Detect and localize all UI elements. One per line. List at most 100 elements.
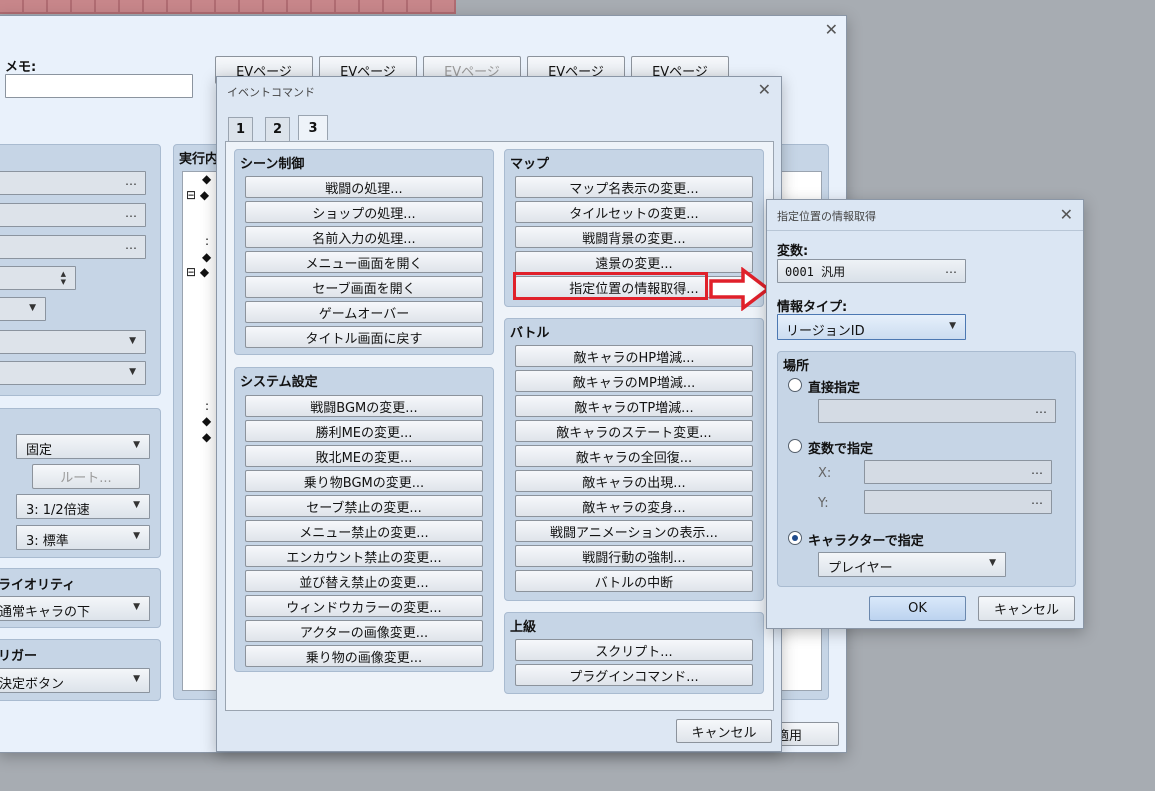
location-title: 場所 xyxy=(783,359,810,374)
dots-icon: … xyxy=(945,262,958,276)
x-variable-field: … xyxy=(864,460,1052,484)
tab-1[interactable]: 1 xyxy=(228,117,253,141)
battle-command-button[interactable]: バトルの中断 xyxy=(515,570,753,592)
trigger-label: リガー xyxy=(0,649,38,664)
system-command-button[interactable]: セーブ禁止の変更... xyxy=(245,495,483,517)
chevron-down-icon: ▼ xyxy=(129,336,136,346)
battle-command-button[interactable]: 敵キャラのステート変更... xyxy=(515,420,753,442)
condition-field-2[interactable]: … xyxy=(0,203,146,227)
close-icon[interactable]: ✕ xyxy=(1060,206,1073,224)
condition-select-1[interactable]: ▼ xyxy=(0,297,46,321)
condition-spinner[interactable]: ▲ ▼ xyxy=(0,266,76,290)
map-title: マップ xyxy=(510,157,550,172)
battle-command-button[interactable]: 敵キャラの変身... xyxy=(515,495,753,517)
by-variable-radio[interactable] xyxy=(788,439,802,453)
dots-icon: … xyxy=(1031,493,1044,507)
chevron-down-icon: ▼ xyxy=(949,321,956,331)
battle-command-button[interactable]: 敵キャラの全回復... xyxy=(515,445,753,467)
advanced-command-button[interactable]: プラグインコマンド... xyxy=(515,664,753,686)
highlight-box xyxy=(513,272,708,300)
battle-command-button[interactable]: 戦闘アニメーションの表示... xyxy=(515,520,753,542)
scene-command-button[interactable]: ゲームオーバー xyxy=(245,301,483,323)
system-command-button[interactable]: 乗り物BGMの変更... xyxy=(245,470,483,492)
system-command-button[interactable]: アクターの画像変更... xyxy=(245,620,483,642)
priority-value: 通常キャラの下 xyxy=(0,605,91,620)
variable-value: 0001 汎用 xyxy=(785,265,846,279)
battle-command-button[interactable]: 敵キャラの出現... xyxy=(515,470,753,492)
dots-icon: … xyxy=(125,174,138,188)
system-settings-title: システム設定 xyxy=(240,375,318,390)
system-command-button[interactable]: エンカウント禁止の変更... xyxy=(245,545,483,567)
chevron-down-icon: ▼ xyxy=(133,674,140,684)
scene-command-button[interactable]: セーブ画面を開く xyxy=(245,276,483,298)
movement-panel: 固定 ▼ ルート... 3: 1/2倍速 ▼ 3: 標準 ▼ xyxy=(0,408,161,558)
dialog-title: イベントコマンド xyxy=(227,86,315,99)
map-command-button[interactable]: 戦闘背景の変更... xyxy=(515,226,753,248)
variable-field[interactable]: 0001 汎用 … xyxy=(777,259,966,283)
memo-input[interactable] xyxy=(5,74,193,98)
cancel-button[interactable]: キャンセル xyxy=(676,719,772,743)
x-label: X: xyxy=(818,466,832,481)
advanced-command-button[interactable]: スクリプト... xyxy=(515,639,753,661)
by-character-radio[interactable] xyxy=(788,531,802,545)
character-value: プレイヤー xyxy=(828,561,893,576)
chevron-down-icon: ▼ xyxy=(129,367,136,377)
battle-command-button[interactable]: 敵キャラのTP増減... xyxy=(515,395,753,417)
battle-command-button[interactable]: 敵キャラのHP増減... xyxy=(515,345,753,367)
system-command-button[interactable]: メニュー禁止の変更... xyxy=(245,520,483,542)
direct-label: 直接指定 xyxy=(808,381,861,396)
battle-command-button[interactable]: 戦闘行動の強制... xyxy=(515,545,753,567)
tab-3[interactable]: 3 xyxy=(298,115,328,140)
chevron-down-icon: ▼ xyxy=(133,531,140,541)
condition-field-3[interactable]: … xyxy=(0,235,146,259)
system-command-button[interactable]: 並び替え禁止の変更... xyxy=(245,570,483,592)
y-label: Y: xyxy=(818,496,829,511)
movement-type-select[interactable]: 固定 ▼ xyxy=(16,434,150,459)
character-select[interactable]: プレイヤー ▼ xyxy=(818,552,1006,577)
scene-command-button[interactable]: 名前入力の処理... xyxy=(245,226,483,248)
priority-select[interactable]: 通常キャラの下 ▼ xyxy=(0,596,150,621)
tab-2[interactable]: 2 xyxy=(265,117,290,141)
route-button[interactable]: ルート... xyxy=(32,464,140,489)
trigger-panel: リガー 決定ボタン ▼ xyxy=(0,639,161,701)
system-command-button[interactable]: 敗北MEの変更... xyxy=(245,445,483,467)
close-icon[interactable]: ✕ xyxy=(825,21,838,39)
system-command-button[interactable]: 乗り物の画像変更... xyxy=(245,645,483,667)
scene-command-button[interactable]: タイトル画面に戻す xyxy=(245,326,483,348)
cancel-button[interactable]: キャンセル xyxy=(978,596,1075,621)
dots-icon: … xyxy=(125,238,138,252)
chevron-down-icon: ▼ xyxy=(133,440,140,450)
direct-field: … xyxy=(818,399,1056,423)
dots-icon: … xyxy=(1035,402,1048,416)
scene-command-button[interactable]: 戦闘の処理... xyxy=(245,176,483,198)
variable-label: 変数: xyxy=(777,244,809,259)
system-command-button[interactable]: ウィンドウカラーの変更... xyxy=(245,595,483,617)
system-command-button[interactable]: 勝利MEの変更... xyxy=(245,420,483,442)
spinner-icon: ▲ ▼ xyxy=(60,270,66,286)
direct-radio[interactable] xyxy=(788,378,802,392)
map-tile-strip xyxy=(0,0,458,14)
scene-command-button[interactable]: ショップの処理... xyxy=(245,201,483,223)
condition-select-3[interactable]: ▼ xyxy=(0,361,146,385)
info-type-value: リージョンID xyxy=(786,324,865,339)
system-command-button[interactable]: 戦闘BGMの変更... xyxy=(245,395,483,417)
ok-button[interactable]: OK xyxy=(869,596,966,621)
by-character-label: キャラクターで指定 xyxy=(808,534,924,549)
condition-select-2[interactable]: ▼ xyxy=(0,330,146,354)
execution-content-label: 実行内 xyxy=(179,152,219,167)
frequency-select[interactable]: 3: 標準 ▼ xyxy=(16,525,150,550)
info-type-select[interactable]: リージョンID ▼ xyxy=(777,314,966,340)
close-icon[interactable]: ✕ xyxy=(758,81,771,99)
priority-panel: ライオリティ 通常キャラの下 ▼ xyxy=(0,568,161,628)
map-command-button[interactable]: マップ名表示の変更... xyxy=(515,176,753,198)
battle-command-button[interactable]: 敵キャラのMP増減... xyxy=(515,370,753,392)
trigger-select[interactable]: 決定ボタン ▼ xyxy=(0,668,150,693)
map-command-button[interactable]: タイルセットの変更... xyxy=(515,201,753,223)
movement-type-value: 固定 xyxy=(26,443,53,458)
dialog-title: 指定位置の情報取得 xyxy=(777,210,876,223)
condition-field-1[interactable]: … xyxy=(0,171,146,195)
scene-command-button[interactable]: メニュー画面を開く xyxy=(245,251,483,273)
speed-select[interactable]: 3: 1/2倍速 ▼ xyxy=(16,494,150,519)
by-variable-label: 変数で指定 xyxy=(808,442,874,457)
location-info-dialog: 指定位置の情報取得 ✕ 変数: 0001 汎用 … 情報タイプ: リージョンID… xyxy=(766,199,1084,629)
